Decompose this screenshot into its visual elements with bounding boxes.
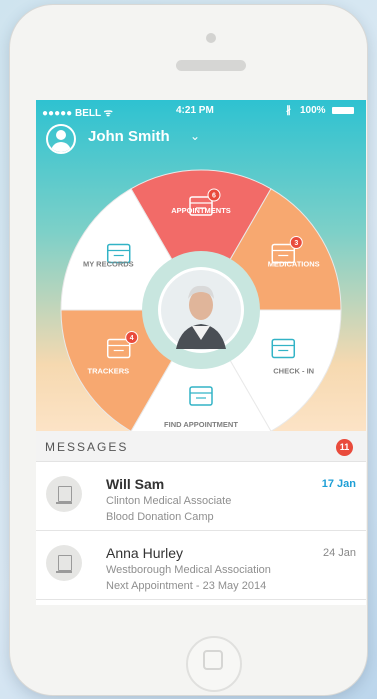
wheel-label-appointments: APPOINTMENTS [171,206,231,215]
message-subject: Blood Donation Camp [106,511,214,523]
svg-text:6: 6 [212,193,216,200]
message-organization: Westborough Medical Association [106,564,271,576]
message-sender: Anna Hurley [106,545,184,561]
message-sender: Will Sam [106,476,165,492]
front-camera [206,33,216,43]
messages-header: MESSAGES 11 [36,431,366,462]
home-square-icon [203,650,223,670]
wheel-label-my-records: MY RECORDS [83,260,134,269]
app-screen: ●●●●● BELL ᯤ 4:21 PM ∦ 100% John Smith ⌄… [36,100,366,605]
wheel-label-trackers: TRACKERS [87,367,129,376]
message-date: 17 Jan [321,478,356,490]
svg-text:4: 4 [130,335,134,342]
wheel-badge-medications: 3 [289,236,303,249]
message-organization: Clinton Medical Associate [106,495,232,507]
dashboard-wheel: APPOINTMENTS 6 MEDICATIONS 3 CHECK - IN FIND … [60,169,342,431]
messages-count-badge: 11 [336,439,353,456]
wheel-label-check-in: CHECK - IN [273,367,314,376]
svg-text:3: 3 [294,240,298,247]
earpiece-speaker [176,60,246,71]
wheel-label-find-appointment: FIND APPOINTMENT [164,420,238,429]
hospital-icon [46,545,82,581]
message-row[interactable]: Will Sam Clinton Medical Associate Blood… [36,462,366,531]
wheel-badge-trackers: 4 [125,331,139,344]
message-subject: Next Appointment - 23 May 2014 [106,580,267,592]
dashboard-hero: ●●●●● BELL ᯤ 4:21 PM ∦ 100% John Smith ⌄… [36,100,366,431]
hospital-icon [46,476,82,512]
message-row[interactable]: Anna Hurley Westborough Medical Associat… [36,531,366,600]
wheel-label-medications: MEDICATIONS [268,260,320,269]
profile-photo [161,270,241,350]
wheel-badge-appointments: 6 [207,188,221,202]
message-date: 24 Jan [322,547,356,559]
messages-title: MESSAGES [45,440,129,454]
